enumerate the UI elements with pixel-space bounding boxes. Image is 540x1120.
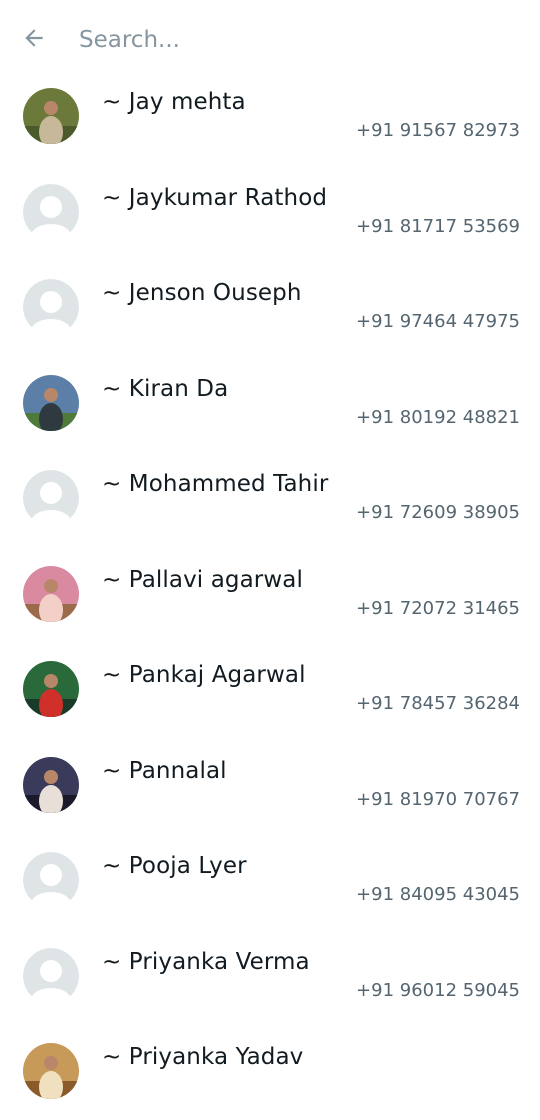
contact-row[interactable]: ~ Priyanka Verma +91 96012 59045 <box>0 929 540 1025</box>
contact-name: ~ Jay mehta <box>102 89 246 115</box>
default-avatar-icon <box>23 470 79 526</box>
back-button[interactable] <box>16 22 52 58</box>
contact-name: ~ Priyanka Yadav <box>102 1044 304 1070</box>
search-input[interactable] <box>79 22 519 58</box>
contact-avatar <box>23 374 79 431</box>
contact-phone: +91 81717 53569 <box>356 215 520 237</box>
contact-name: ~ Jaykumar Rathod <box>102 184 328 211</box>
default-avatar-icon <box>23 852 79 908</box>
contact-name: ~ Jenson Ouseph <box>102 280 302 306</box>
contact-row[interactable]: ~ Pannalal +91 81970 70767 <box>0 738 540 834</box>
contact-row[interactable]: ~ Mohammed Tahir +91 72609 38905 <box>0 451 540 547</box>
default-avatar-icon <box>23 279 79 335</box>
contact-avatar <box>23 1043 79 1099</box>
contact-avatar <box>23 565 79 622</box>
contact-avatar <box>23 88 79 144</box>
default-avatar-icon <box>23 183 79 240</box>
contact-phone: +91 84095 43045 <box>356 884 520 905</box>
contact-phone: +91 72072 31465 <box>356 597 520 619</box>
contact-name: ~ Priyanka Verma <box>102 948 310 975</box>
contact-row[interactable]: ~ Pooja Lyer +91 84095 43045 <box>0 833 540 929</box>
search-bar <box>0 0 540 80</box>
contact-row[interactable]: ~ Pallavi agarwal +91 72072 31465 <box>0 547 540 643</box>
contact-name: ~ Kiran Da <box>102 375 229 402</box>
contact-name: ~ Pallavi agarwal <box>102 566 303 593</box>
contact-phone: +91 80192 48821 <box>356 406 520 428</box>
contact-avatar <box>23 756 79 813</box>
contact-name: ~ Pannalal <box>102 757 227 784</box>
contact-row[interactable]: ~ Jaykumar Rathod +91 81717 53569 <box>0 165 540 261</box>
contact-row[interactable]: ~ Pankaj Agarwal +91 78457 36284 <box>0 642 540 738</box>
arrow-left-icon <box>21 25 47 55</box>
contact-name: ~ Mohammed Tahir <box>102 471 329 497</box>
contact-row[interactable]: ~ Priyanka Yadav <box>0 1024 540 1120</box>
contact-row[interactable]: ~ Kiran Da +91 80192 48821 <box>0 356 540 452</box>
contact-row[interactable]: ~ Jay mehta +91 91567 82973 <box>0 69 540 165</box>
contact-phone: +91 81970 70767 <box>356 788 520 810</box>
contact-phone: +91 78457 36284 <box>356 693 520 714</box>
contact-phone: +91 96012 59045 <box>356 979 520 1001</box>
contact-list: ~ Jay mehta +91 91567 82973 ~ Jaykumar Rat… <box>0 69 540 1120</box>
contact-name: ~ Pankaj Agarwal <box>102 662 306 688</box>
contact-phone: +91 97464 47975 <box>356 311 520 332</box>
contact-name: ~ Pooja Lyer <box>102 853 247 879</box>
contact-phone: +91 72609 38905 <box>356 502 520 523</box>
contact-avatar <box>23 661 79 717</box>
contact-phone: +91 91567 82973 <box>356 120 520 141</box>
default-avatar-icon <box>23 947 79 1004</box>
contact-row[interactable]: ~ Jenson Ouseph +91 97464 47975 <box>0 260 540 356</box>
